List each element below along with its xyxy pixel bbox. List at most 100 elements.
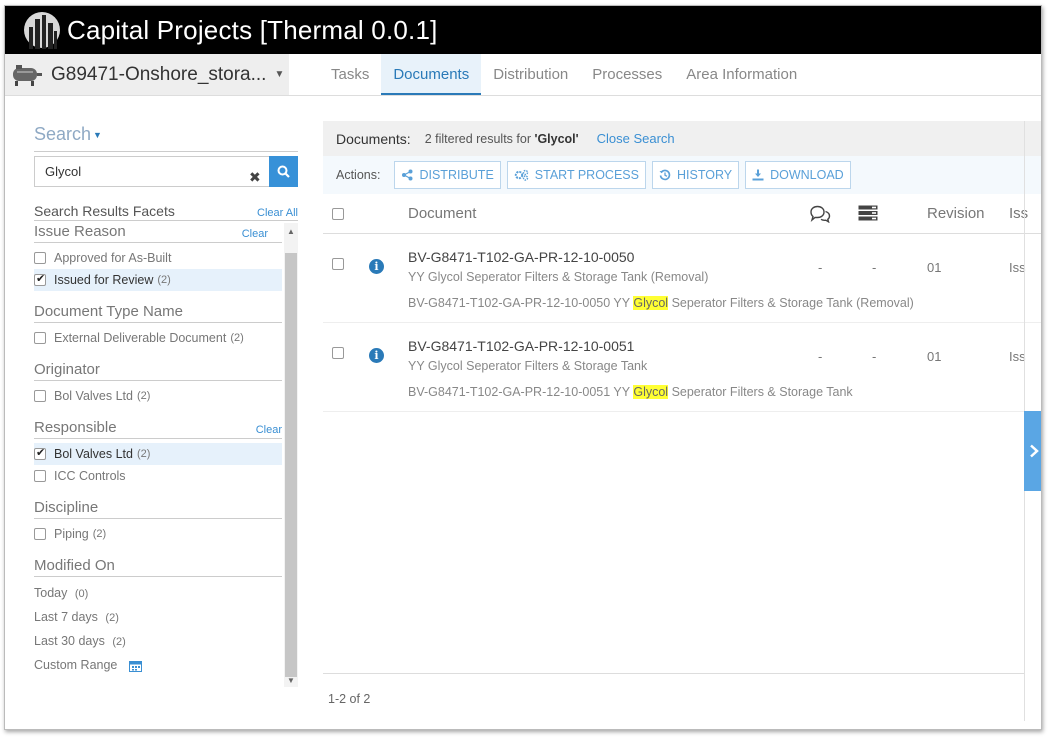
checkbox[interactable] [34, 446, 46, 460]
tab-tasks[interactable]: Tasks [319, 54, 381, 95]
facet-option[interactable]: Piping (2) [34, 523, 282, 545]
comments-icon [810, 205, 831, 223]
match-prefix: BV-G8471-T102-GA-PR-12-10-0050 YY [408, 296, 634, 310]
facet-count: (2) [92, 528, 107, 540]
calendar-icon[interactable] [128, 660, 142, 672]
column-header-issue[interactable]: Iss [1009, 205, 1028, 222]
select-all-checkbox[interactable] [332, 208, 344, 220]
column-header-document[interactable]: Document [408, 205, 476, 222]
facet-option-label: ICC Controls [54, 469, 126, 483]
pagination-info: 1-2 of 2 [328, 692, 371, 706]
start-process-button[interactable]: START PROCESS [506, 161, 646, 189]
search-highlight: Glycol [633, 385, 669, 399]
close-search-link[interactable]: Close Search [597, 131, 675, 146]
storage-tank-icon [13, 64, 42, 86]
results-info: 2 filtered results for 'Glycol' [425, 132, 579, 146]
table-row[interactable]: i BV-G8471-T102-GA-PR-12-10-0050 YY Glyc… [323, 234, 1041, 323]
tab-area-information[interactable]: Area Information [674, 54, 809, 95]
facet-option-label: Bol Valves Ltd [54, 447, 133, 461]
expand-panel-toggle[interactable] [1024, 411, 1041, 491]
facet-title: Document Type Name [34, 303, 183, 320]
clear-all-link[interactable]: Clear All [257, 207, 298, 219]
checkbox[interactable] [34, 390, 46, 402]
info-icon[interactable]: i [369, 348, 384, 363]
modified-option[interactable]: Today (0) [34, 581, 282, 605]
results-label: Documents: [336, 130, 411, 147]
actions-bar: Actions: DISTRIBUTE START PROCESS HISTOR… [323, 156, 1041, 194]
modified-option-label: Today [34, 586, 68, 600]
scroll-down-icon[interactable]: ▼ [287, 676, 295, 685]
facet-modified-on: Modified On Today (0) Last 7 days (2) La… [34, 557, 282, 677]
row-checkbox[interactable] [332, 258, 344, 270]
nav-bar: G89471-Onshore_stora... ▼ Tasks Document… [5, 54, 1041, 96]
project-name: G89471-Onshore_stora... [51, 63, 267, 85]
facet-option[interactable]: Bol Valves Ltd (2) [34, 385, 282, 407]
checkbox[interactable] [34, 470, 46, 482]
facet-option[interactable]: Bol Valves Ltd (2) [34, 443, 282, 465]
checkbox[interactable] [34, 272, 46, 286]
checkbox[interactable] [34, 332, 46, 344]
facet-title: Discipline [34, 499, 99, 516]
modified-option-label: Last 7 days [34, 610, 98, 624]
scroll-up-icon[interactable]: ▲ [287, 227, 295, 236]
search-button[interactable] [269, 156, 298, 187]
facet-option-label: Approved for As-Built [54, 251, 172, 265]
facet-document-type-name: Document Type Name External Deliverable … [34, 303, 282, 349]
custom-range-label: Custom Range [34, 658, 118, 672]
modified-option[interactable]: Last 7 days (2) [34, 605, 282, 629]
facet-header: Document Type Name [34, 303, 282, 323]
facet-responsible: Responsible Clear Bol Valves Ltd (2) ICC… [34, 419, 282, 487]
comments-value: - [818, 349, 823, 364]
history-button[interactable]: HISTORY [651, 161, 740, 189]
tab-distribution[interactable]: Distribution [481, 54, 580, 95]
download-icon [752, 169, 764, 181]
download-label: DOWNLOAD [770, 168, 844, 182]
download-button[interactable]: DOWNLOAD [745, 161, 851, 189]
facets-header: Search Results Facets Clear All [34, 203, 298, 221]
facet-option-label: Issued for Review [54, 273, 154, 287]
facet-count: (2) [136, 448, 151, 460]
tab-processes[interactable]: Processes [580, 54, 674, 95]
search-icon [277, 165, 290, 178]
facet-option[interactable]: External Deliverable Document (2) [34, 327, 282, 349]
document-title: YY Glycol Seperator Filters & Storage Ta… [408, 359, 648, 373]
actions-label: Actions: [336, 168, 381, 182]
chevron-right-icon [1030, 444, 1039, 458]
document-number[interactable]: BV-G8471-T102-GA-PR-12-10-0050 [408, 249, 634, 265]
search-dropdown[interactable]: Search ▼ [34, 124, 298, 152]
checkbox[interactable] [34, 252, 46, 264]
scrollbar-thumb[interactable] [285, 253, 297, 677]
search-input[interactable] [34, 156, 269, 187]
facet-option[interactable]: Approved for As-Built [34, 247, 282, 269]
app-logo-icon [24, 12, 60, 49]
distribute-button[interactable]: DISTRIBUTE [394, 161, 501, 189]
clear-link[interactable]: Clear [242, 228, 268, 240]
document-number[interactable]: BV-G8471-T102-GA-PR-12-10-0051 [408, 338, 634, 354]
modified-option-label: Last 30 days [34, 634, 105, 648]
facet-option[interactable]: Issued for Review (2) [34, 269, 282, 291]
start-process-label: START PROCESS [534, 168, 639, 182]
row-checkbox[interactable] [332, 347, 344, 359]
checkbox[interactable] [34, 528, 46, 540]
match-suffix: Seperator Filters & Storage Tank (Remova… [668, 296, 914, 310]
info-icon[interactable]: i [369, 259, 384, 274]
table-row[interactable]: i BV-G8471-T102-GA-PR-12-10-0051 YY Glyc… [323, 323, 1041, 412]
tab-documents[interactable]: Documents [381, 54, 482, 95]
facet-count: (2) [136, 390, 151, 402]
app-window: Capital Projects [Thermal 0.0.1] G89471-… [4, 5, 1042, 730]
facet-count: (2) [105, 612, 119, 624]
clear-link[interactable]: Clear [256, 424, 282, 436]
facets-title: Search Results Facets [34, 203, 175, 219]
history-label: HISTORY [676, 168, 733, 182]
column-header-revision[interactable]: Revision [927, 205, 985, 222]
facet-count: (2) [157, 274, 171, 286]
revision-value: 01 [927, 349, 942, 364]
facet-header: Originator [34, 361, 282, 381]
project-selector[interactable]: G89471-Onshore_stora... ▼ [5, 54, 289, 95]
facet-option[interactable]: ICC Controls [34, 465, 282, 487]
modified-option[interactable]: Last 30 days (2) [34, 629, 282, 653]
scrollbar[interactable]: ▲ ▼ [284, 223, 298, 687]
title-bar: Capital Projects [Thermal 0.0.1] [5, 6, 1041, 54]
clear-search-icon[interactable]: ✖ [249, 169, 261, 186]
custom-range-option[interactable]: Custom Range [34, 653, 282, 677]
